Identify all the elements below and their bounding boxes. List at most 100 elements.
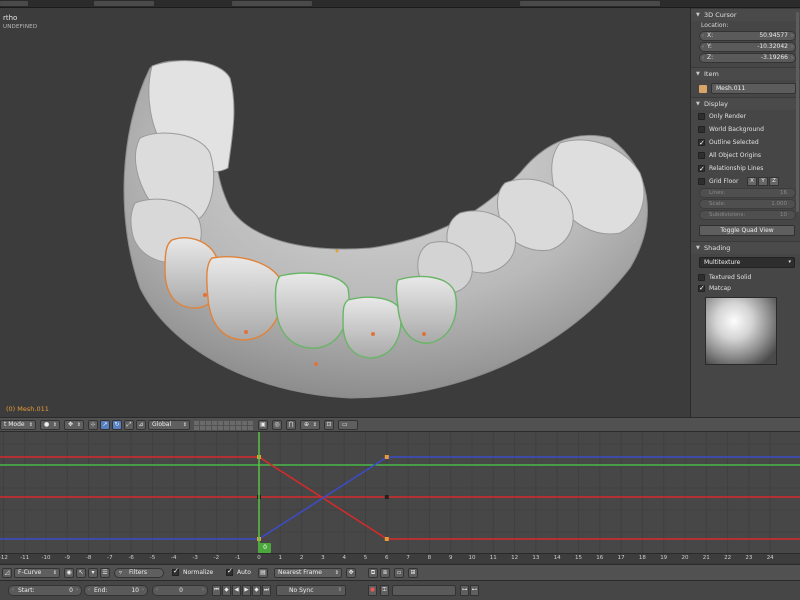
scale-button[interactable]: ⤢ bbox=[124, 420, 134, 430]
checkbox-icon[interactable] bbox=[698, 178, 705, 185]
matcap-checkbox[interactable]: Matcap bbox=[691, 283, 800, 294]
render-button[interactable]: ▭ bbox=[338, 420, 358, 430]
ghost-curve-button[interactable]: ▤ bbox=[258, 568, 268, 578]
orientation-select[interactable]: Global ⇕ bbox=[148, 420, 190, 430]
snap-element-select[interactable]: ⊕ ⇕ bbox=[300, 420, 320, 430]
graph-editor[interactable] bbox=[0, 432, 800, 553]
marker-toggle[interactable]: ▾ bbox=[88, 568, 98, 578]
textured-solid-checkbox[interactable]: Textured Solid bbox=[691, 272, 800, 283]
sync-mode-select[interactable]: No Sync ⇕ bbox=[276, 585, 346, 596]
layer-button[interactable] bbox=[218, 426, 223, 430]
item-section-header[interactable]: ▼ Item bbox=[691, 67, 800, 80]
cursor-y-field[interactable]: ‹ Y: -10.32042 › bbox=[699, 42, 796, 52]
manipulator-toggle[interactable]: ⊹ bbox=[88, 420, 98, 430]
prev-key-button[interactable]: ◆ bbox=[222, 585, 231, 596]
current-frame-indicator[interactable]: 0 bbox=[259, 543, 271, 553]
right-arrow-icon[interactable]: › bbox=[142, 586, 144, 595]
checkbox-checked-icon[interactable] bbox=[698, 137, 705, 150]
jump-end-button[interactable]: ⏭ bbox=[262, 585, 271, 596]
checkbox-checked-icon[interactable] bbox=[698, 163, 705, 176]
outline-selected-checkbox[interactable]: Outline Selected bbox=[691, 136, 800, 150]
layer-button[interactable] bbox=[224, 421, 229, 425]
channel-toggle[interactable]: ☰ bbox=[100, 568, 110, 578]
viewport-shading-select[interactable]: ● ⇕ bbox=[40, 420, 60, 430]
3d-viewport[interactable]: rtho UNDEFINED (0) Mesh.011 bbox=[0, 8, 690, 417]
layer-button[interactable] bbox=[212, 426, 217, 430]
layer-buttons[interactable] bbox=[194, 421, 253, 430]
mode-select[interactable]: F-Curve ⇕ bbox=[14, 568, 60, 578]
insert-key-button[interactable]: ⊶ bbox=[460, 585, 469, 596]
right-arrow-icon[interactable]: › bbox=[791, 54, 793, 62]
proportional-edit-button[interactable]: ◎ bbox=[272, 420, 282, 430]
translate-button[interactable]: ↗ bbox=[100, 420, 110, 430]
checkbox-icon[interactable] bbox=[698, 152, 705, 159]
copy-keyframes-button[interactable]: ⧉ bbox=[368, 568, 378, 578]
orientation-icon-button[interactable]: ⊿ bbox=[136, 420, 146, 430]
layer-button[interactable] bbox=[236, 426, 241, 430]
shading-section-header[interactable]: ▼ Shading bbox=[691, 241, 800, 254]
mode-select[interactable]: t Mode ⇕ bbox=[0, 420, 36, 430]
next-key-button[interactable]: ◆ bbox=[252, 585, 261, 596]
left-arrow-icon[interactable]: ‹ bbox=[702, 54, 704, 62]
object-name-field[interactable]: Mesh.011 bbox=[711, 83, 796, 94]
end-frame-field[interactable]: ‹ End: 10 › bbox=[84, 585, 148, 596]
panel-scrollbar[interactable] bbox=[796, 12, 799, 212]
left-arrow-icon[interactable]: ‹ bbox=[12, 586, 14, 595]
normalize-checkbox[interactable] bbox=[172, 567, 179, 576]
grid-subdivisions-field[interactable]: Subdivisions: 10 bbox=[699, 210, 796, 220]
start-frame-field[interactable]: ‹ Start: 0 › bbox=[8, 585, 82, 596]
layer-button[interactable] bbox=[242, 421, 247, 425]
menu-block[interactable] bbox=[0, 1, 28, 6]
layer-button[interactable] bbox=[212, 421, 217, 425]
layer-button[interactable] bbox=[248, 426, 253, 430]
axis-x-toggle[interactable]: X bbox=[747, 177, 757, 186]
filters-button[interactable]: ▿ Filters bbox=[114, 568, 164, 578]
layer-button[interactable] bbox=[224, 426, 229, 430]
select-toggle[interactable]: ↖ bbox=[76, 568, 86, 578]
f-curve-canvas[interactable] bbox=[0, 432, 800, 553]
frame-ruler[interactable]: -12-11-10-9-8-7-6-5-4-3-2-10123456789101… bbox=[0, 553, 800, 563]
axis-y-toggle[interactable]: Y bbox=[758, 177, 768, 186]
layer-button[interactable] bbox=[230, 426, 235, 430]
layer-button[interactable] bbox=[200, 421, 205, 425]
display-section-header[interactable]: ▼ Display bbox=[691, 97, 800, 110]
view-toggle[interactable]: ◉ bbox=[64, 568, 74, 578]
right-arrow-icon[interactable]: › bbox=[202, 586, 204, 595]
snap-mode-select[interactable]: Nearest Frame ⇕ bbox=[274, 568, 342, 578]
layer-button[interactable] bbox=[218, 421, 223, 425]
cursor-x-field[interactable]: ‹ X: 50.94577 › bbox=[699, 31, 796, 41]
rotate-button[interactable]: ↻ bbox=[112, 420, 122, 430]
jump-start-button[interactable]: ⏮ bbox=[212, 585, 221, 596]
cursor-z-field[interactable]: ‹ Z: -3.19266 › bbox=[699, 53, 796, 63]
record-button[interactable]: ● bbox=[368, 585, 377, 596]
menu-block[interactable] bbox=[94, 1, 154, 6]
left-arrow-icon[interactable]: ‹ bbox=[702, 32, 704, 40]
current-frame-field[interactable]: ‹ 0 › bbox=[152, 585, 208, 596]
left-arrow-icon[interactable]: ‹ bbox=[702, 43, 704, 51]
paste-keyframes-button[interactable]: ⧈ bbox=[380, 568, 390, 578]
grid-scale-field[interactable]: Scale: 1.000 bbox=[699, 199, 796, 209]
right-arrow-icon[interactable]: › bbox=[76, 586, 78, 595]
layer-button[interactable] bbox=[206, 421, 211, 425]
editor-type-button[interactable]: ◿ bbox=[2, 568, 12, 578]
menu-block[interactable] bbox=[232, 1, 312, 6]
right-arrow-icon[interactable]: › bbox=[791, 43, 793, 51]
left-arrow-icon[interactable]: ‹ bbox=[88, 586, 90, 595]
pivot-select[interactable]: ✥ ⇕ bbox=[64, 420, 84, 430]
grid-lines-field[interactable]: Lines: 16 bbox=[699, 188, 796, 198]
toggle-quad-view-button[interactable]: Toggle Quad View bbox=[699, 225, 795, 236]
delete-key-button[interactable]: ⊷ bbox=[470, 585, 479, 596]
extra-button[interactable]: ▫ bbox=[394, 568, 404, 578]
grid-floor-checkbox[interactable]: Grid Floor X Y Z bbox=[691, 175, 800, 188]
checkbox-checked-icon[interactable] bbox=[698, 283, 705, 294]
snap-toggle[interactable]: ⋂ bbox=[286, 420, 296, 430]
right-arrow-icon[interactable]: › bbox=[791, 32, 793, 40]
layer-button[interactable] bbox=[248, 421, 253, 425]
checkbox-icon[interactable] bbox=[698, 126, 705, 133]
layer-button[interactable] bbox=[194, 426, 199, 430]
lock-layer-button[interactable]: ▣ bbox=[258, 420, 268, 430]
layer-button[interactable] bbox=[194, 421, 199, 425]
keying-set-button[interactable]: ⚿ bbox=[380, 585, 389, 596]
auto-snap-button[interactable]: ⊞ bbox=[408, 568, 418, 578]
layer-button[interactable] bbox=[206, 426, 211, 430]
